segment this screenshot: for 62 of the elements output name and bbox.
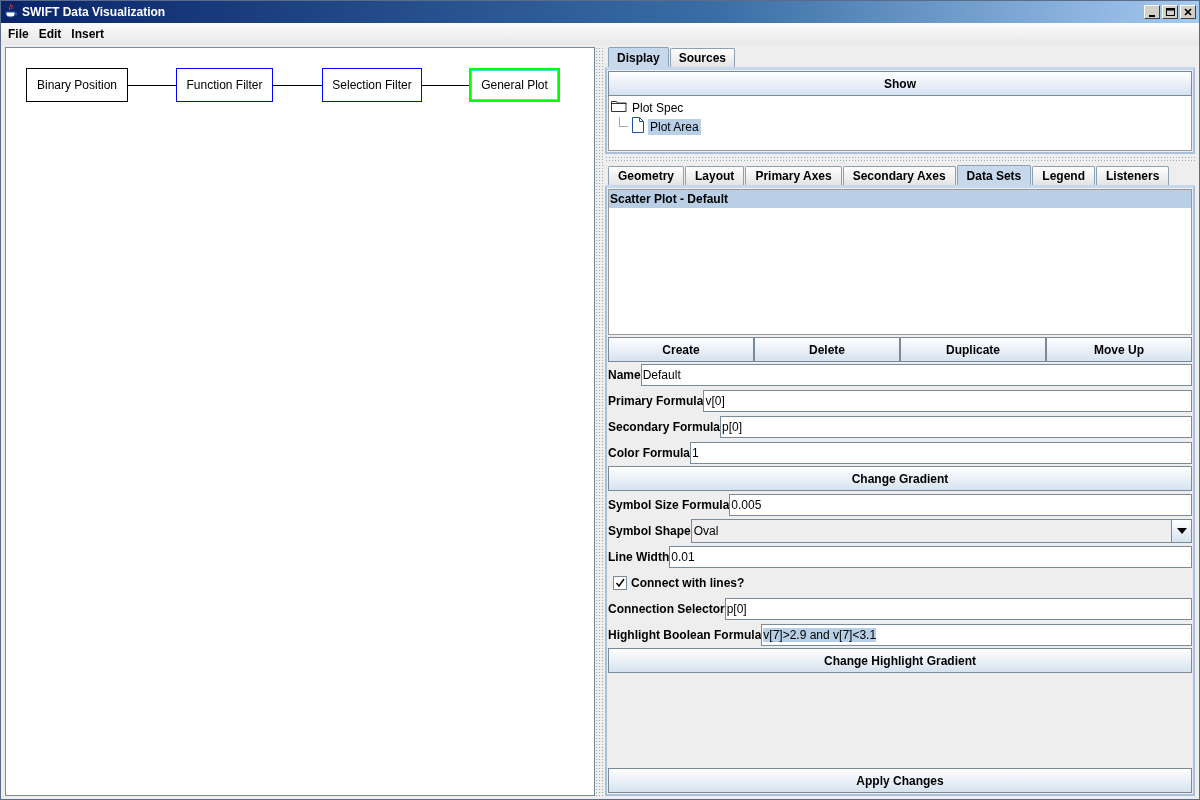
diagram-node[interactable]: Selection Filter — [322, 68, 422, 102]
field-label: Name — [608, 368, 641, 382]
input-field[interactable]: v[7]>2.9 and v[7]<3.1 — [761, 624, 1192, 646]
window-title: SWIFT Data Visualization — [22, 5, 167, 19]
minimize-icon — [1149, 14, 1155, 17]
gradient-button[interactable]: Change Gradient — [608, 466, 1192, 491]
list-item[interactable]: Scatter Plot - Default — [609, 190, 1191, 208]
tab[interactable]: Legend — [1032, 166, 1095, 185]
tab[interactable]: Primary Axes — [745, 166, 842, 185]
input-field[interactable]: 0.005 — [729, 494, 1192, 516]
field-label: Color Formula — [608, 446, 690, 460]
splitter-handle[interactable] — [605, 156, 1195, 163]
tab[interactable]: Layout — [685, 166, 745, 185]
caret-icon — [1176, 528, 1187, 534]
field-label: Secondary Formula — [608, 420, 721, 434]
show-button[interactable]: Show — [608, 71, 1192, 96]
input-field[interactable]: 1 — [690, 442, 1192, 464]
splitter-handle[interactable] — [595, 47, 604, 796]
field-label: Line Width — [608, 550, 670, 564]
tab[interactable]: Listeners — [1095, 166, 1170, 185]
menu-item[interactable]: Edit — [35, 27, 65, 41]
menu-item[interactable]: File — [5, 27, 32, 41]
apply-button[interactable]: Apply Changes — [608, 768, 1192, 793]
field-label: Connection Selector — [608, 602, 725, 616]
tree-node[interactable]: Plot Area — [648, 118, 701, 135]
create-button[interactable]: Create — [608, 337, 754, 362]
checkbox-label[interactable]: Connect with lines? — [631, 576, 745, 590]
close-button[interactable] — [1180, 5, 1196, 19]
tab[interactable]: Data Sets — [956, 165, 1032, 185]
dropdown[interactable]: Oval — [690, 519, 1192, 543]
tab[interactable]: Display — [608, 47, 669, 67]
diagram-node[interactable]: Function Filter — [176, 68, 273, 102]
connector-line — [422, 85, 469, 86]
connector-line — [273, 85, 322, 86]
connector-line — [128, 85, 176, 86]
field-label: Symbol Size Formula — [608, 498, 730, 512]
tab[interactable]: Geometry — [608, 166, 685, 185]
field-label: Primary Formula — [608, 394, 704, 408]
tab[interactable]: Secondary Axes — [842, 166, 956, 185]
duplicate-button[interactable]: Duplicate — [900, 337, 1046, 362]
field-label: Symbol Shape — [608, 524, 691, 538]
maximize-button[interactable] — [1162, 5, 1178, 19]
minimize-button[interactable] — [1144, 5, 1160, 19]
diagram-node[interactable]: General Plot — [469, 68, 560, 102]
field-label: Highlight Boolean Formula — [608, 628, 762, 642]
maximize-icon — [1165, 7, 1175, 17]
delete-button[interactable]: Delete — [754, 337, 900, 362]
input-field[interactable]: 0.01 — [669, 546, 1192, 568]
folder-icon — [611, 100, 627, 115]
diagram-node[interactable]: Binary Position — [26, 68, 128, 102]
tab[interactable]: Sources — [669, 48, 736, 67]
close-icon — [1183, 7, 1193, 17]
checkbox[interactable] — [613, 576, 627, 590]
input-field[interactable]: p[0] — [720, 416, 1192, 438]
tree-node[interactable]: Plot Spec — [630, 99, 686, 116]
move-up-button[interactable]: Move Up — [1046, 337, 1192, 362]
input-field[interactable]: p[0] — [724, 598, 1192, 620]
input-field[interactable]: v[0] — [703, 390, 1192, 412]
menu-item[interactable]: Insert — [68, 27, 108, 41]
gradient-button[interactable]: Change Highlight Gradient — [608, 648, 1192, 673]
document-icon — [631, 117, 645, 136]
input-field[interactable]: Default — [640, 364, 1192, 386]
